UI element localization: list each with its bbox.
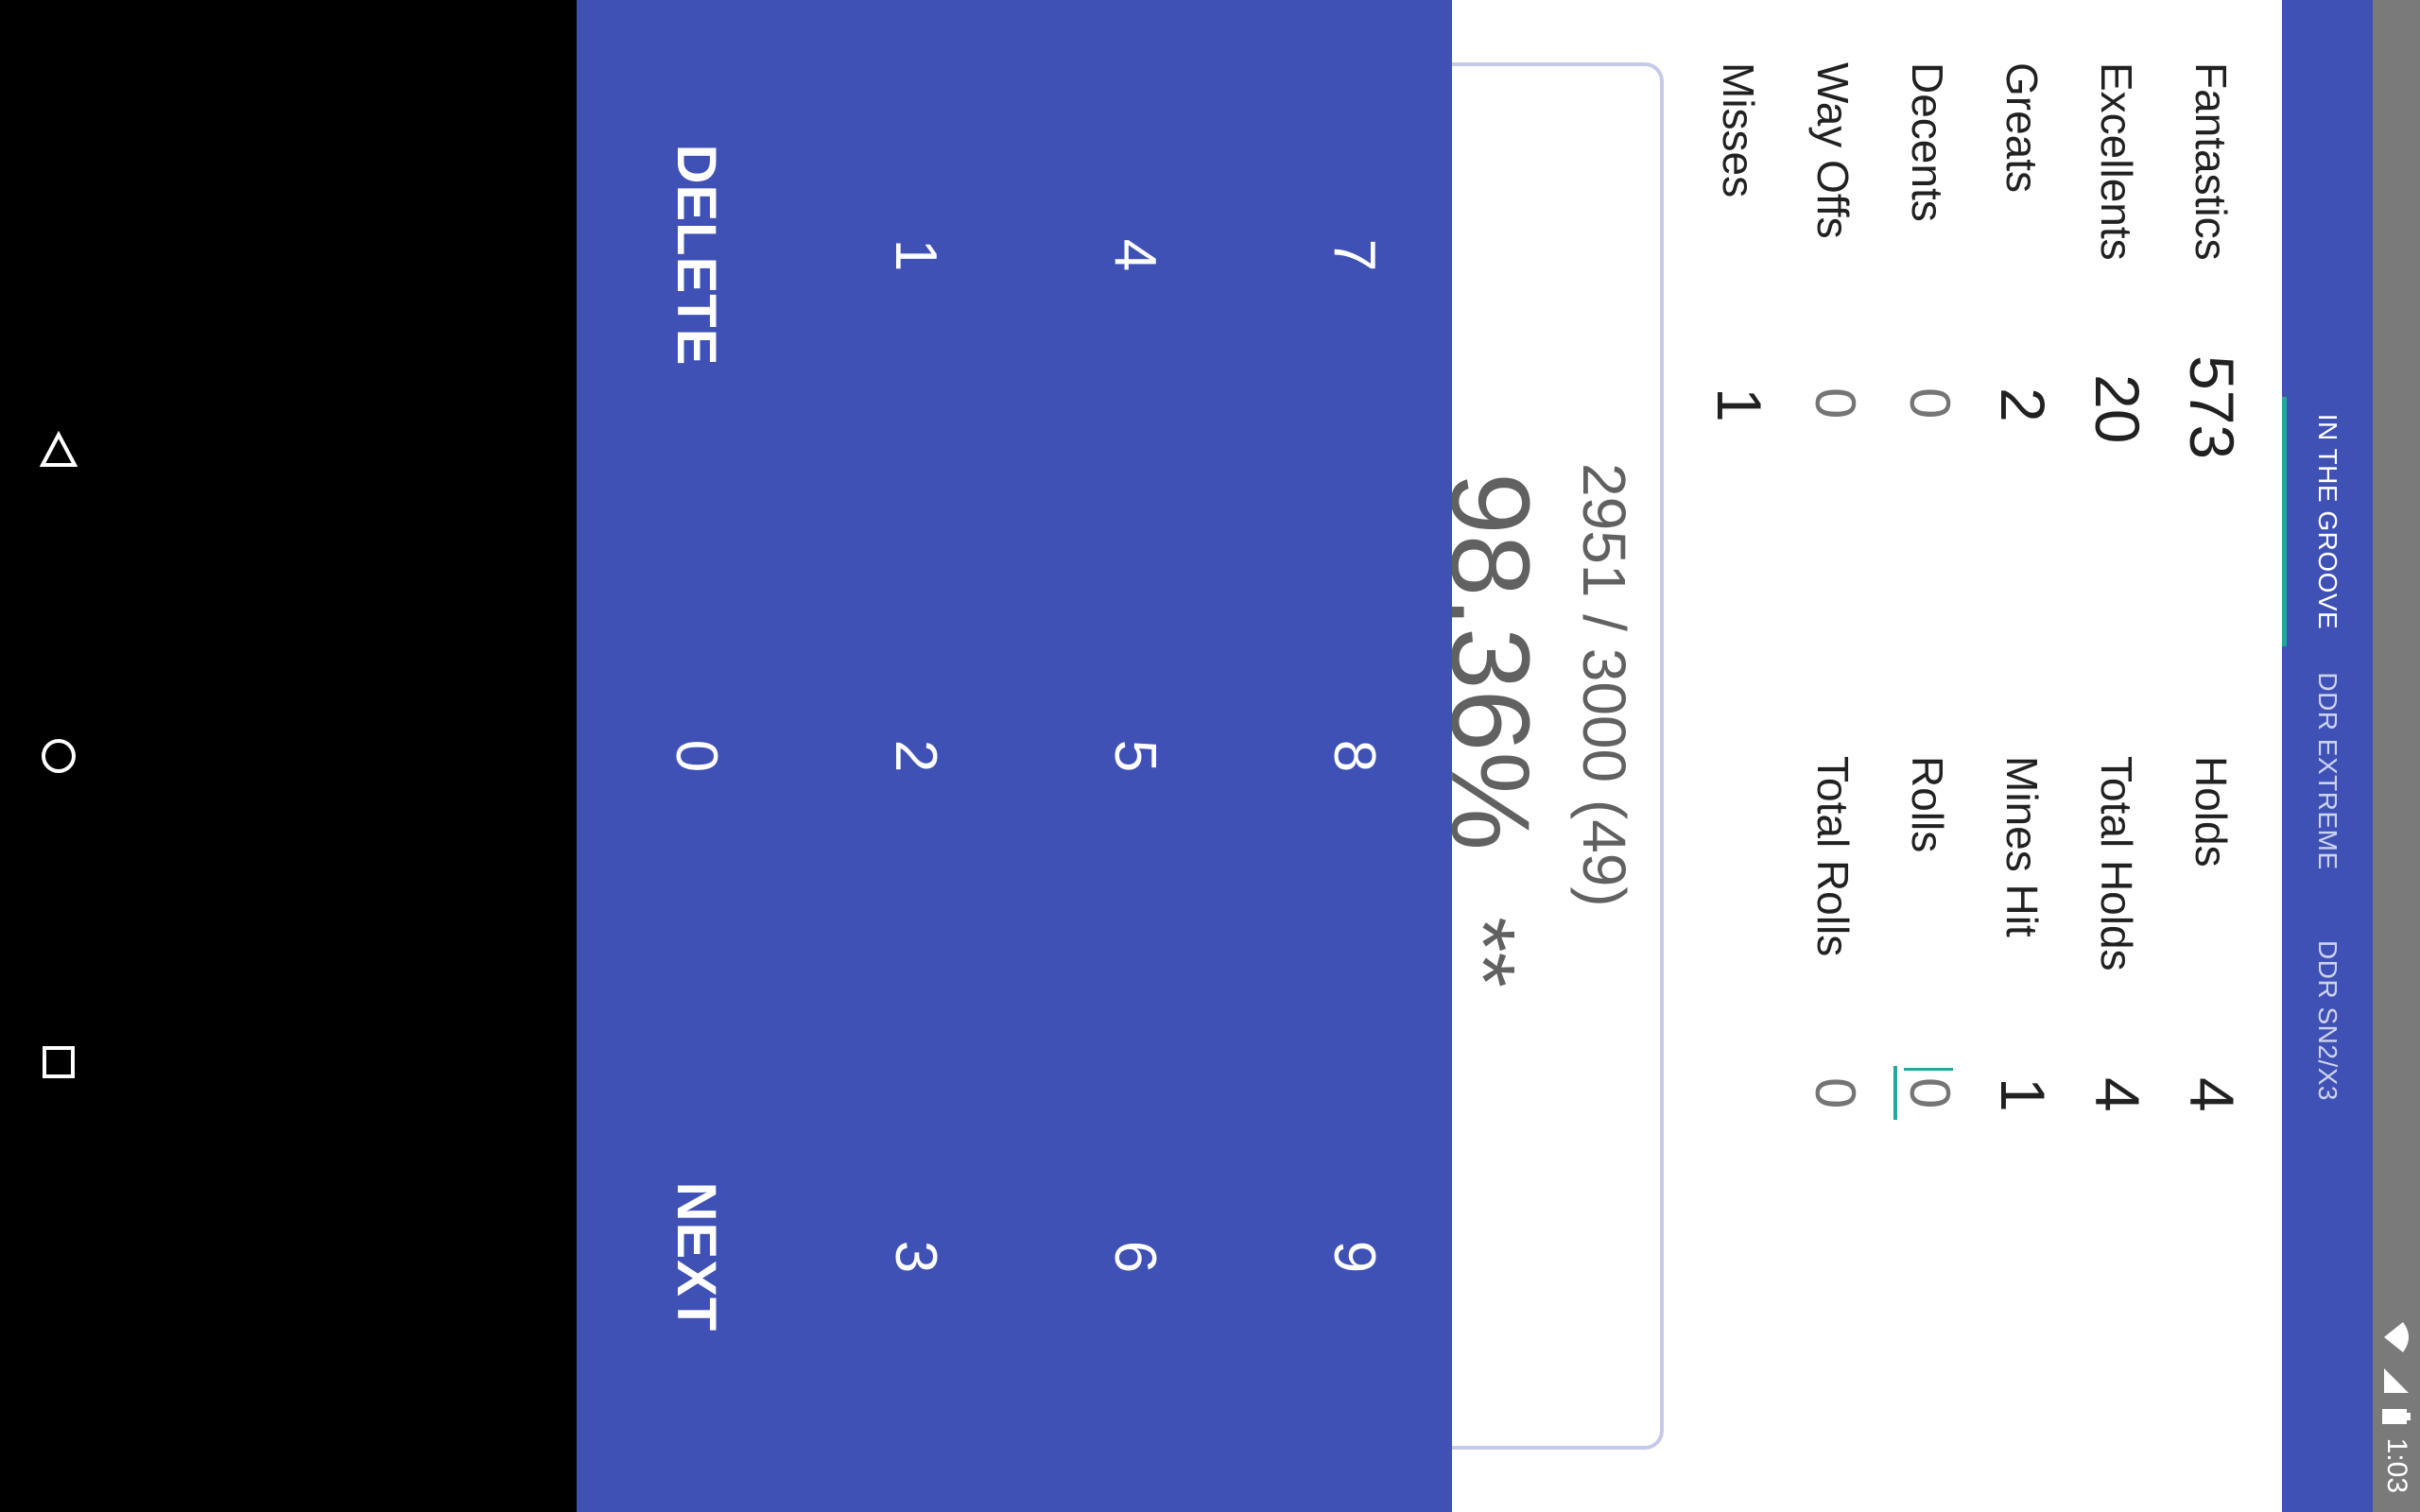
total-rolls-label: Total Rolls — [1808, 756, 1858, 957]
status-icons: 1:03 — [2380, 1321, 2412, 1493]
total-holds-label: Total Holds — [2092, 756, 2141, 971]
numeric-keypad: 7 8 9 4 5 6 1 2 3 DELETE 0 NEXT — [577, 0, 1452, 1512]
fantastics-input[interactable]: 573 — [2176, 355, 2248, 459]
misses-label: Misses — [1714, 62, 1763, 198]
decents-label: Decents — [1903, 62, 1952, 222]
mines-hit-input[interactable]: 1 — [1987, 1077, 2059, 1112]
fantastics-label: Fantastics — [2187, 62, 2236, 261]
home-icon — [42, 739, 76, 773]
next-button[interactable]: NEXT — [648, 1134, 743, 1380]
delete-button[interactable]: DELETE — [648, 132, 743, 378]
key-5[interactable]: 5 — [1087, 633, 1182, 879]
recents-button[interactable] — [30, 1034, 87, 1091]
total-holds-input[interactable]: 4 — [2082, 1077, 2153, 1112]
rolls-input[interactable]: 0 — [1893, 1066, 1962, 1121]
back-button[interactable] — [30, 421, 87, 478]
key-6[interactable]: 6 — [1087, 1134, 1182, 1380]
excellents-input[interactable]: 20 — [2082, 374, 2153, 443]
key-1[interactable]: 1 — [868, 132, 962, 378]
key-2[interactable]: 2 — [868, 633, 962, 879]
tab-indicator — [2282, 397, 2287, 646]
holds-input[interactable]: 4 — [2176, 1077, 2248, 1112]
navigation-bar — [0, 0, 577, 1512]
key-8[interactable]: 8 — [1306, 633, 1401, 879]
tab-label: IN THE GROOVE — [2313, 413, 2342, 630]
home-button[interactable] — [30, 728, 87, 784]
score-summary: 2951 / 3000 (49) — [1570, 463, 1638, 907]
greats-input[interactable]: 2 — [1987, 387, 2059, 422]
signal-icon — [2384, 1367, 2409, 1393]
status-time: 1:03 — [2381, 1437, 2412, 1493]
rolls-label: Rolls — [1903, 756, 1952, 853]
key-0[interactable]: 0 — [648, 633, 743, 879]
excellents-label: Excellents — [2092, 62, 2141, 261]
tabs-spacer — [2282, 0, 2373, 397]
greats-label: Greats — [1997, 62, 2047, 194]
tab-label: DDR EXTREME — [2313, 672, 2342, 870]
tab-bar: IN THE GROOVE DDR EXTREME DDR SN2/X3 — [2282, 0, 2373, 1512]
back-icon — [40, 431, 78, 467]
status-bar: 1:03 — [2373, 0, 2420, 1512]
misses-input[interactable]: 1 — [1703, 387, 1775, 422]
key-9[interactable]: 9 — [1306, 1134, 1401, 1380]
way-offs-input[interactable]: 0 — [1803, 387, 1868, 419]
mines-hit-label: Mines Hit — [1997, 756, 2047, 937]
key-7[interactable]: 7 — [1306, 132, 1401, 378]
decents-input[interactable]: 0 — [1897, 387, 1962, 419]
tab-label: DDR SN2/X3 — [2313, 940, 2342, 1101]
rolls-value: 0 — [1898, 1077, 1962, 1109]
battery-icon — [2382, 1408, 2411, 1424]
tab-ddr-sn2-x3[interactable]: DDR SN2/X3 — [2282, 896, 2373, 1145]
wifi-icon — [2384, 1321, 2409, 1352]
holds-label: Holds — [2187, 756, 2236, 868]
recents-icon — [43, 1046, 75, 1078]
text-cursor — [1904, 1068, 1953, 1071]
key-3[interactable]: 3 — [868, 1134, 962, 1380]
total-rolls-input[interactable]: 0 — [1803, 1077, 1868, 1108]
app-screen: 1:03 IN THE GROOVE DDR EXTREME DDR SN2/X… — [0, 0, 2420, 1512]
tab-ddr-extreme[interactable]: DDR EXTREME — [2282, 646, 2373, 896]
way-offs-label: Way Offs — [1808, 62, 1858, 239]
key-4[interactable]: 4 — [1087, 132, 1182, 378]
tab-in-the-groove[interactable]: IN THE GROOVE — [2282, 397, 2373, 646]
